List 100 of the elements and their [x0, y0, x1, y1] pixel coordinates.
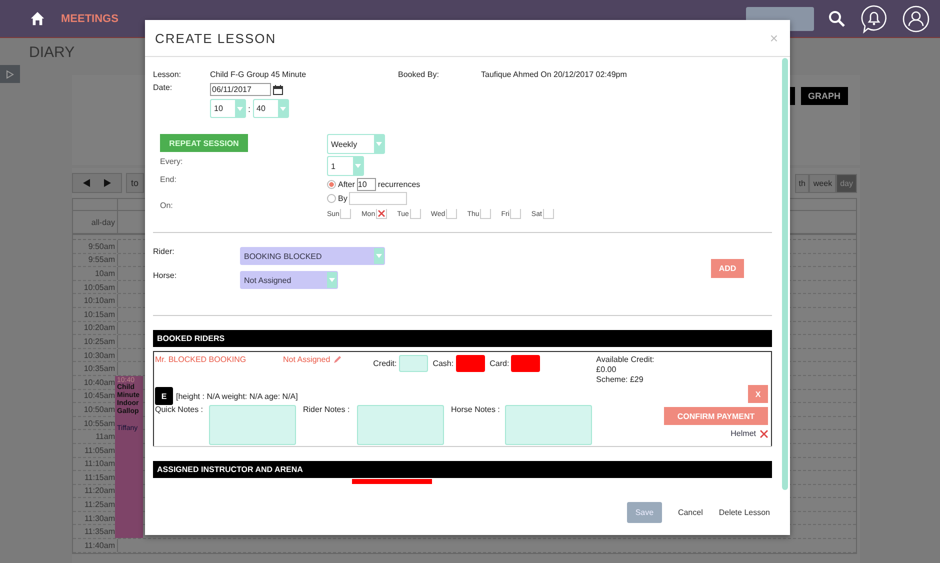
day-checkbox[interactable]	[446, 209, 458, 219]
payment-field[interactable]	[511, 355, 540, 372]
payment-label: Credit:	[373, 359, 397, 368]
view-tab[interactable]: th	[794, 174, 810, 192]
sidebar-toggle[interactable]	[0, 65, 20, 83]
time-label: 11:15am	[84, 472, 115, 482]
horse-name: Not Assigned	[283, 355, 330, 364]
user-icon[interactable]	[902, 4, 930, 32]
instructor-field[interactable]	[352, 479, 432, 484]
credit-text: Scheme: £29	[596, 375, 644, 385]
credit-text: Available Credit:	[596, 355, 654, 365]
field-label: Date:	[153, 83, 174, 92]
radio-button[interactable]	[327, 180, 336, 188]
cross-icon	[378, 210, 386, 217]
all-day-label: all-day	[91, 218, 115, 226]
section-header: BOOKED RIDERS	[153, 330, 772, 347]
rider-stats: [height : N/A weight: N/A age: N/A]	[176, 392, 298, 400]
section-header: ASSIGNED INSTRUCTOR AND ARENA	[153, 461, 772, 478]
view-tab[interactable]: week	[809, 174, 836, 192]
time-label: 11am	[96, 432, 115, 442]
day-checkbox[interactable]	[510, 209, 522, 219]
time-label: 10:20am	[84, 323, 115, 332]
field-label: Every:	[160, 157, 184, 168]
time-label: 9:55am	[88, 255, 115, 264]
date-field[interactable]: 06/11/2017	[210, 83, 271, 96]
cancel-button[interactable]: Cancel	[678, 508, 703, 517]
field-label: Rider:	[153, 247, 176, 256]
rider-select[interactable]: BOOKING BLOCKED	[240, 247, 385, 265]
time-label: 10:10am	[84, 296, 115, 306]
scrollbar[interactable]	[782, 58, 788, 490]
cross-icon	[760, 430, 768, 438]
count-field[interactable]: 10	[356, 178, 376, 190]
hour-select[interactable]: 10	[210, 99, 246, 118]
rider-name: Mr. BLOCKED BOOKING	[155, 355, 248, 364]
field-label: Booked By:	[398, 70, 440, 79]
field-label: Horse:	[153, 271, 178, 280]
home-icon[interactable]	[30, 11, 45, 26]
horse-select[interactable]: Not Assigned	[240, 271, 338, 289]
search-icon[interactable]	[828, 10, 846, 28]
time-label: 10:25am	[84, 336, 115, 346]
time-label: 10am	[94, 268, 115, 278]
day-checkbox[interactable]	[376, 209, 388, 219]
caret-icon	[376, 142, 382, 146]
prev-icon[interactable]	[83, 179, 91, 187]
time-label: 9:50am	[88, 242, 115, 251]
caret-icon	[376, 254, 382, 258]
notes-label: Horse Notes :	[451, 405, 501, 414]
time-separator: :	[248, 104, 251, 114]
time-label: 11:40am	[84, 540, 115, 550]
notes-field[interactable]	[357, 405, 444, 445]
today-button[interactable]: to	[126, 173, 144, 193]
day-checkbox[interactable]	[542, 209, 554, 219]
time-label: 10:45am	[84, 391, 115, 400]
helmet-checkbox[interactable]	[759, 429, 768, 438]
lesson-value: Child F-G Group 45 Minute	[210, 70, 308, 79]
time-label: 11:10am	[84, 459, 115, 468]
page-title: DIARY	[29, 44, 75, 60]
notes-label: Rider Notes :	[303, 405, 351, 414]
notes-field[interactable]	[209, 405, 296, 445]
field-label: Lesson:	[153, 70, 182, 79]
bell-icon[interactable]	[860, 4, 888, 34]
radio-label: By	[338, 194, 348, 202]
day-checkbox[interactable]	[410, 209, 421, 219]
radio-label: After	[338, 180, 355, 188]
caret-icon	[237, 106, 243, 110]
payment-label: Card:	[490, 359, 510, 368]
time-label: 10:30am	[84, 350, 115, 360]
time-label: 10:55am	[84, 418, 115, 428]
time-label: 11:05am	[84, 446, 115, 455]
time-label: 11:25am	[84, 500, 115, 510]
radio-button[interactable]	[327, 194, 336, 202]
time-label: 10:35am	[84, 364, 115, 374]
time-label: 11:35am	[84, 527, 115, 536]
field-label: On:	[160, 201, 174, 212]
pencil-icon[interactable]	[333, 355, 342, 364]
caret-icon	[280, 106, 286, 110]
booked-by-value: Taufique Ahmed On 20/12/2017 02:49pm	[481, 70, 627, 79]
prev-next-buttons[interactable]	[72, 173, 122, 193]
time-label: 10:50am	[84, 404, 115, 414]
time-label: 10:05am	[84, 282, 115, 292]
day-checkbox[interactable]	[480, 209, 492, 219]
time-label: 10:40am	[84, 378, 115, 387]
play-icon	[6, 70, 14, 78]
edit-badge[interactable]: E	[155, 387, 173, 405]
end-date-field[interactable]	[349, 192, 408, 204]
every-select[interactable]: 1	[327, 156, 364, 176]
day-checkbox[interactable]	[340, 209, 352, 219]
time-label: 11:20am	[84, 486, 115, 496]
calendar-icon[interactable]	[273, 84, 283, 94]
next-icon[interactable]	[103, 179, 111, 187]
minute-select[interactable]: 40	[252, 99, 289, 118]
caret-icon	[329, 278, 335, 282]
time-label: 11:30am	[84, 514, 115, 523]
helmet-label: Helmet	[730, 429, 756, 438]
dialog-title: CREATE LESSON	[155, 30, 276, 46]
delete-lesson-button[interactable]: Delete Lesson	[718, 508, 770, 517]
frequency-select[interactable]: Weekly	[327, 134, 385, 154]
payment-field[interactable]	[456, 355, 485, 372]
notes-field[interactable]	[505, 405, 592, 445]
graph-button[interactable]: GRAPH	[801, 87, 848, 105]
